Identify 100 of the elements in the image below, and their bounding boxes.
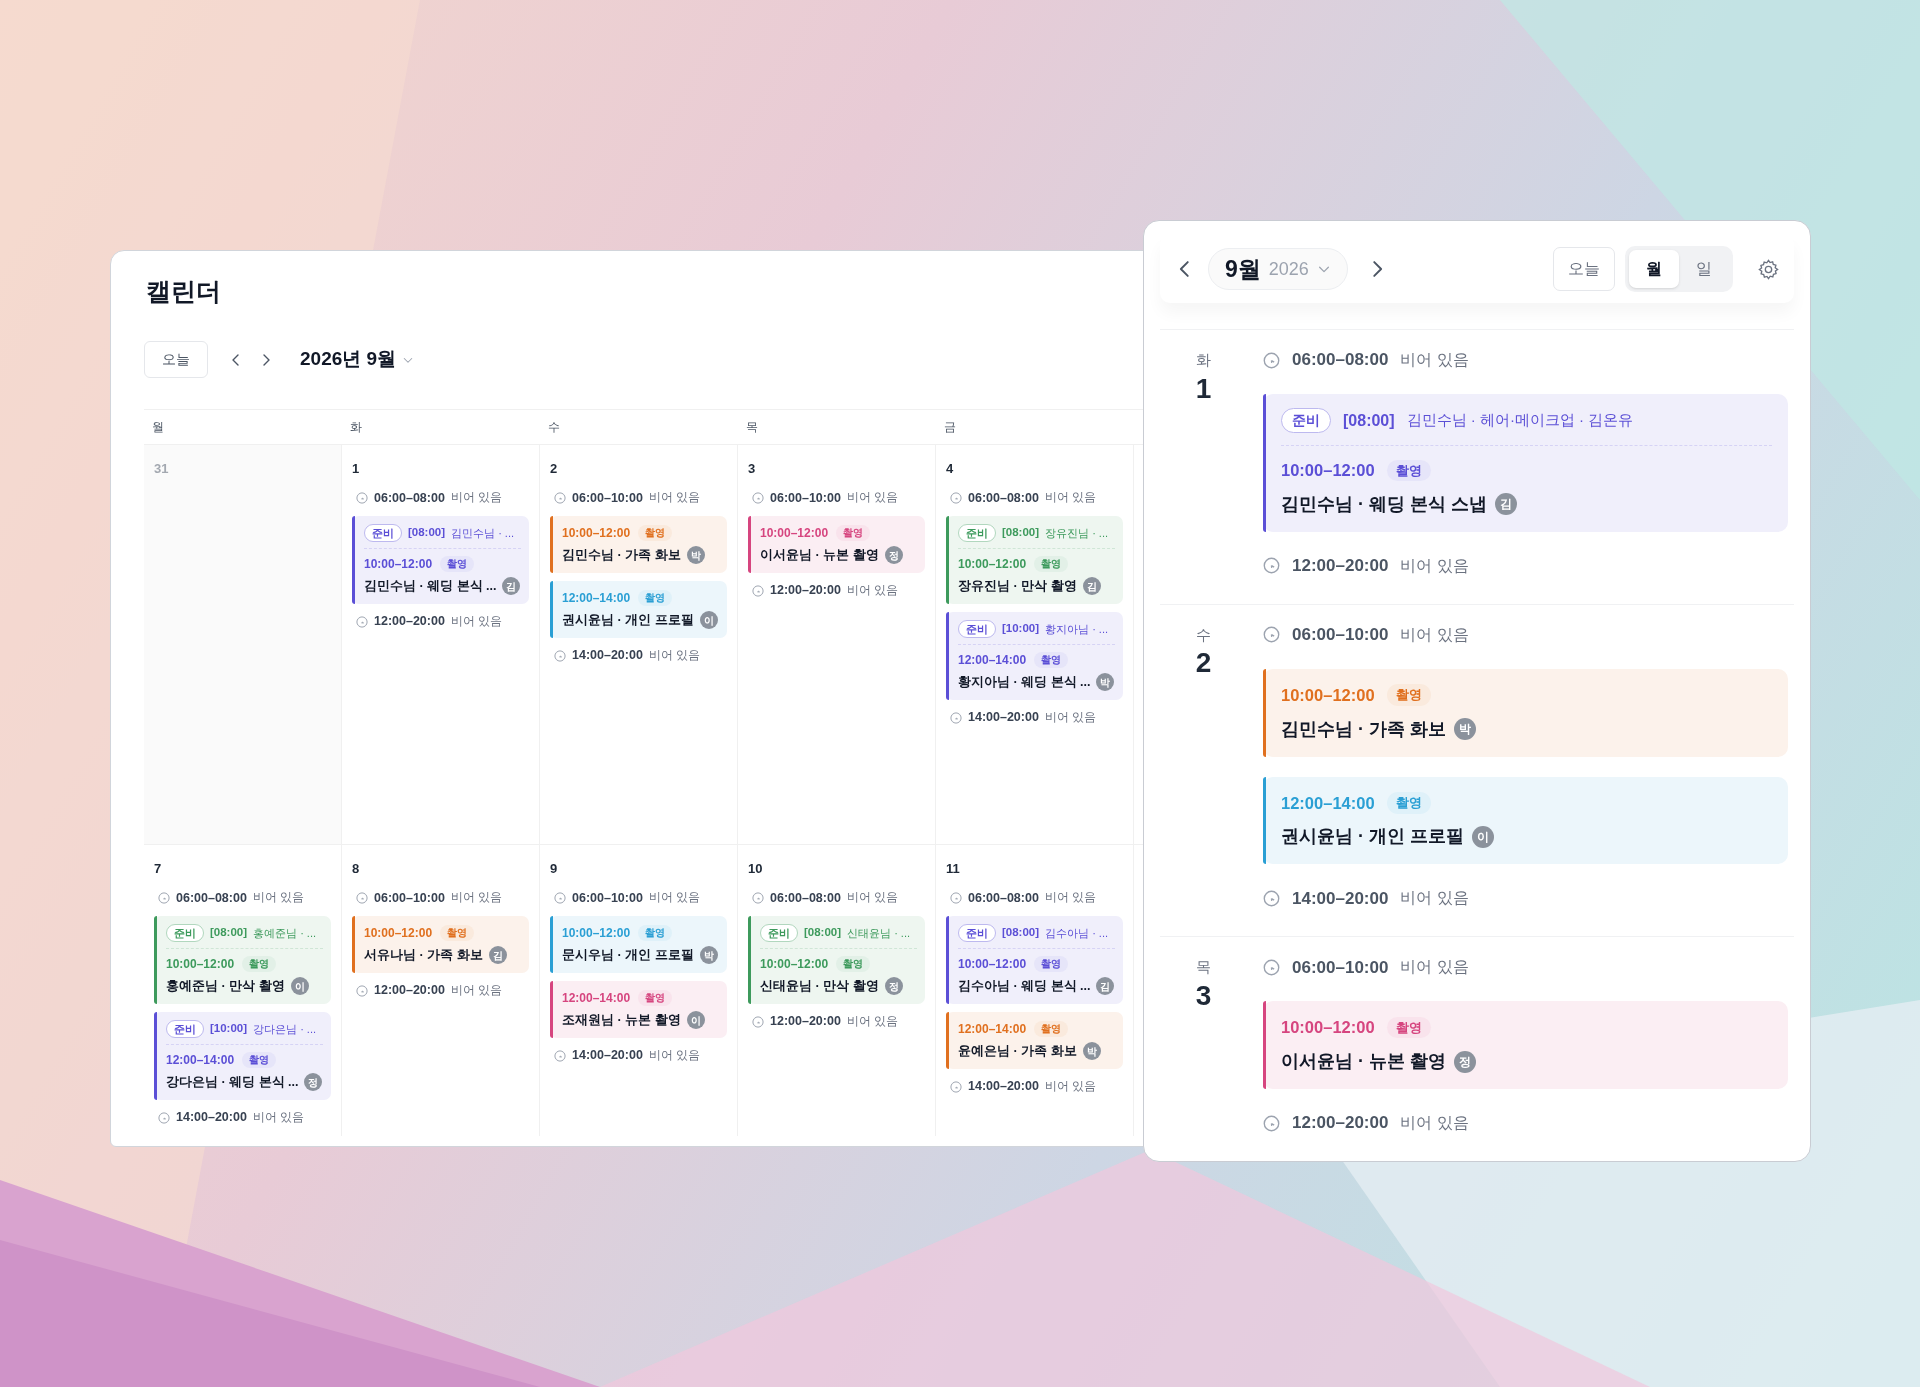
- event-time: 12:00–14:00: [562, 589, 631, 607]
- assignee-avatar: 박: [1454, 718, 1476, 740]
- event-title: 신태윤님 · 만삭 촬영: [760, 978, 879, 995]
- prep-detail: 홍예준님 · ...: [253, 925, 317, 941]
- free-label: 비어 있음: [1400, 1113, 1469, 1133]
- clock-icon: [554, 1049, 566, 1062]
- event-time: 12:00–14:00: [958, 651, 1027, 669]
- prep-badge: 준비: [958, 619, 996, 638]
- event-card[interactable]: 준비 [08:00] 신태윤님 · ... 10:00–12:00 촬영 신태윤님 · 만삭 촬영 정: [748, 916, 925, 1004]
- assignee-avatar: 박: [699, 946, 718, 965]
- assignee-avatar: 박: [1082, 1042, 1101, 1061]
- day-number: 2: [550, 459, 559, 478]
- event-card[interactable]: 10:00–12:00 촬영 김민수님 · 가족 화보 박: [1263, 668, 1788, 757]
- assignee-avatar: 정: [884, 977, 903, 996]
- event-title: 윤예은님 · 가족 화보: [958, 1042, 1077, 1060]
- event-time: 12:00–14:00: [958, 1020, 1027, 1038]
- event-card[interactable]: 준비 [08:00] 김수아님 · ... 10:00–12:00 촬영 김수아님 · 웨딩 본식 ... 김: [946, 916, 1123, 1004]
- event-title: 서유나님 · 가족 화보: [364, 947, 483, 964]
- time-range: 06:00–10:00: [1292, 956, 1389, 979]
- assignee-avatar: 김: [1082, 577, 1101, 596]
- event-card[interactable]: 준비 [08:00] 김민수님 · ... 10:00–12:00 촬영 김민수님 · 웨딩 본식 ... 김: [352, 516, 529, 604]
- event-card[interactable]: 준비 [08:00] 김민수님 · 헤어·메이크업 · 김온유 10:00–12:00 촬영 김민수님 · 웨딩 본식 스냅 김: [1263, 394, 1788, 532]
- clock-icon: [950, 492, 962, 504]
- assignee-avatar: 정: [1454, 1050, 1476, 1073]
- prep-time: [10:00]: [1002, 621, 1040, 637]
- day-number: 31: [154, 459, 170, 478]
- event-tag: 촬영: [1386, 459, 1431, 482]
- clock-icon: [1263, 351, 1280, 369]
- free-label: 비어 있음: [846, 583, 899, 599]
- event-title: 김민수님 · 가족 화보: [562, 547, 681, 564]
- event-title: 김민수님 · 웨딩 본식 ...: [364, 578, 497, 595]
- view-tab[interactable]: 월: [1629, 250, 1679, 288]
- assignee-avatar: 박: [1096, 673, 1115, 692]
- day-number: 1: [352, 459, 361, 478]
- event-time: 10:00–12:00: [760, 525, 829, 542]
- clock-icon: [752, 584, 764, 597]
- month-label: 9월: [1225, 254, 1261, 284]
- prep-detail: 김민수님 · 헤어·메이크업 · 김온유: [1406, 410, 1634, 431]
- clock-icon: [356, 492, 368, 504]
- month-selector[interactable]: 9월 2026: [1208, 248, 1348, 290]
- event-card[interactable]: 10:00–12:00 촬영 이서윤님 · 뉴본 촬영 정: [1263, 1001, 1788, 1089]
- event-card[interactable]: 10:00–12:00 촬영 이서윤님 · 뉴본 촬영 정: [748, 516, 925, 573]
- time-range: 06:00–08:00: [1292, 349, 1389, 372]
- event-title: 황지아님 · 웨딩 본식 ...: [958, 673, 1091, 691]
- day-number: 4: [946, 459, 955, 478]
- prep-time: [08:00]: [804, 925, 842, 941]
- event-title: 김민수님 · 가족 화보: [1281, 717, 1446, 741]
- clock-icon: [1263, 889, 1280, 907]
- prep-detail: 장유진님 · ...: [1045, 525, 1109, 541]
- prep-detail: 강다은님 · ...: [253, 1021, 317, 1037]
- view-tab[interactable]: 일: [1679, 250, 1729, 288]
- prep-badge: 준비: [760, 924, 798, 942]
- assignee-avatar: 이: [1472, 825, 1494, 848]
- event-card[interactable]: 10:00–12:00 촬영 서유나님 · 가족 화보 김: [352, 916, 529, 973]
- prep-detail: 신태윤님 · ...: [847, 925, 911, 941]
- weekday-label: 목: [1196, 957, 1211, 978]
- event-card[interactable]: 준비 [08:00] 홍예준님 · ... 10:00–12:00 촬영 홍예준님 · 만삭 촬영 이: [154, 916, 331, 1004]
- time-range: 06:00–08:00: [374, 489, 445, 507]
- event-card[interactable]: 12:00–14:00 촬영 권시윤님 · 개인 프로필 이: [1263, 776, 1788, 865]
- event-card[interactable]: 12:00–14:00 촬영 윤예은님 · 가족 화보 박: [946, 1011, 1123, 1069]
- assignee-avatar: 김: [1096, 977, 1115, 996]
- time-range: 06:00–08:00: [770, 889, 841, 907]
- time-range: 14:00–20:00: [572, 1047, 643, 1065]
- event-card[interactable]: 12:00–14:00 촬영 권시윤님 · 개인 프로필 이: [550, 580, 727, 638]
- clock-icon: [356, 984, 368, 997]
- today-button[interactable]: 오늘: [1553, 247, 1615, 291]
- today-button[interactable]: 오늘: [144, 341, 208, 378]
- prep-time: [08:00]: [1343, 410, 1395, 431]
- event-time: 10:00–12:00: [1281, 460, 1375, 481]
- event-tag: 촬영: [242, 956, 277, 972]
- prep-time: [08:00]: [1002, 925, 1040, 941]
- prep-badge: 준비: [166, 924, 204, 942]
- event-card[interactable]: 준비 [10:00] 황지아님 · ... 12:00–14:00 촬영 황지아님 · 웨딩 본식 ... 박: [946, 611, 1123, 700]
- prep-time: [10:00]: [210, 1021, 248, 1037]
- assignee-avatar: 박: [686, 546, 705, 565]
- event-tag: 촬영: [638, 589, 673, 606]
- clock-icon: [950, 711, 962, 724]
- free-label: 비어 있음: [450, 983, 503, 999]
- event-time: 10:00–12:00: [562, 525, 631, 542]
- clock-icon: [752, 892, 764, 904]
- free-label: 비어 있음: [846, 890, 899, 906]
- event-tag: 촬영: [1034, 956, 1069, 972]
- time-range: 14:00–20:00: [968, 709, 1039, 727]
- event-time: 10:00–12:00: [1281, 684, 1375, 706]
- event-card[interactable]: 10:00–12:00 촬영 김민수님 · 가족 화보 박: [550, 516, 727, 573]
- event-card[interactable]: 준비 [10:00] 강다은님 · ... 12:00–14:00 촬영 강다은님 · 웨딩 본식 ... 정: [154, 1011, 331, 1100]
- month-selector[interactable]: 2026년 9월: [300, 345, 415, 374]
- assignee-avatar: 이: [699, 611, 718, 630]
- free-label: 비어 있음: [1044, 709, 1097, 725]
- free-label: 비어 있음: [1400, 555, 1469, 576]
- event-card[interactable]: 12:00–14:00 촬영 조재원님 · 뉴본 촬영 이: [550, 980, 727, 1038]
- settings-icon[interactable]: [1757, 257, 1780, 281]
- time-range: 06:00–10:00: [770, 489, 841, 507]
- clock-icon: [1263, 958, 1280, 976]
- event-card[interactable]: 10:00–12:00 촬영 문시우님 · 개인 프로필 박: [550, 916, 727, 973]
- event-title: 문시우님 · 개인 프로필: [562, 947, 694, 964]
- event-card[interactable]: 준비 [08:00] 장유진님 · ... 10:00–12:00 촬영 장유진님 · 만삭 촬영 김: [946, 516, 1123, 604]
- weekday-label: 목: [745, 418, 758, 436]
- day-number: 7: [154, 859, 163, 878]
- event-time: 10:00–12:00: [958, 556, 1027, 573]
